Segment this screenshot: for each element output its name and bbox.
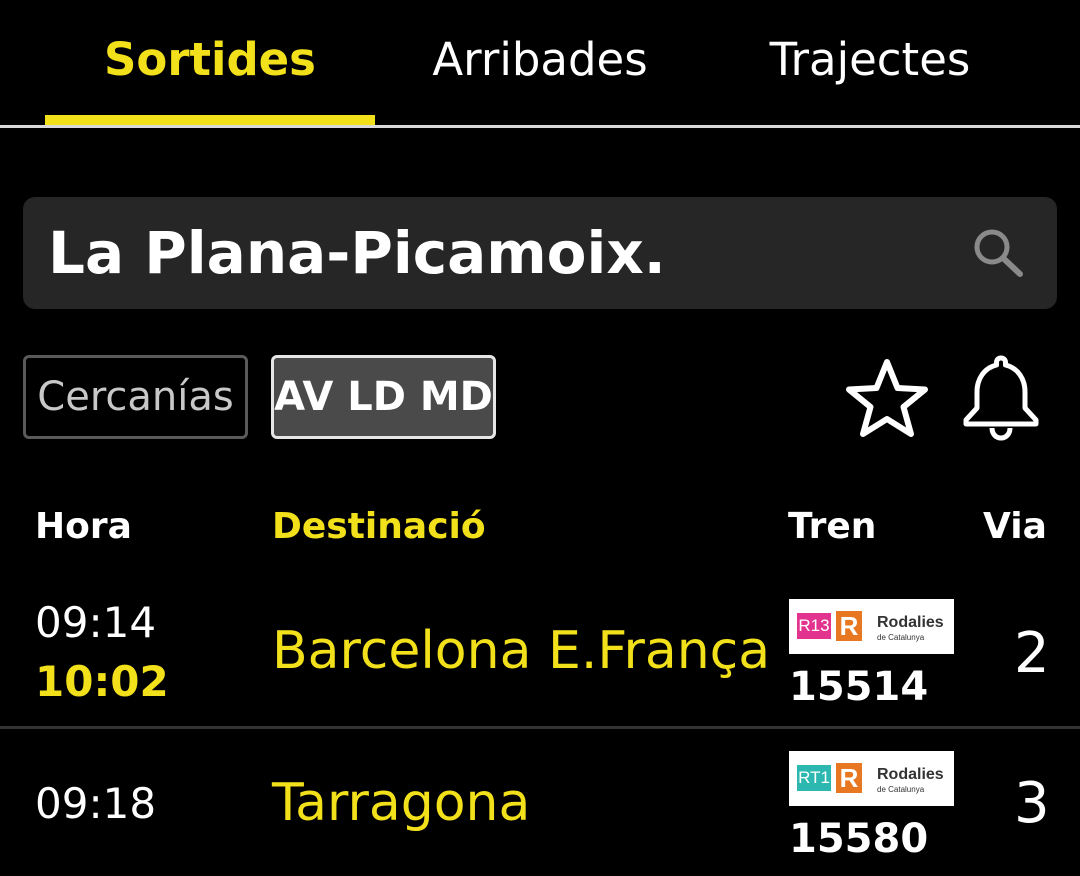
train-number: 15514 [789,664,929,710]
column-header-destination: Destinació [272,506,486,547]
rodalies-logo: RT1 R Rodalies de Catalunya [789,751,954,806]
column-header-time: Hora [35,506,132,547]
rodalies-logo: R13 R Rodalies de Catalunya [789,599,954,654]
filter-cercanias-button[interactable]: Cercanías [23,355,248,439]
bell-icon[interactable] [958,352,1044,442]
filter-av-ld-md-button[interactable]: AV LD MD [271,355,496,439]
tab-bar-divider [0,125,1080,128]
column-header-train: Tren [788,506,877,547]
tab-bar: Sortides Arribades Trajectes [0,0,1080,128]
brand-name: Rodalies [877,766,944,783]
station-search-box[interactable]: La Plana-Picamoix. [23,197,1057,309]
train-number: 15580 [789,816,929,862]
brand-subtitle: de Catalunya [877,633,925,642]
brand-name: Rodalies [877,614,944,631]
tab-departures[interactable]: Sortides [45,30,375,90]
brand-subtitle: de Catalunya [877,785,925,794]
departure-row[interactable]: 09:18 Tarragona RT1 R Rodalies de Catalu… [0,728,1080,876]
line-badge: R13 [797,613,831,639]
app: Sortides Arribades Trajectes La Plana-Pi… [0,0,1080,876]
scheduled-time: 09:18 [35,779,157,828]
station-search-input[interactable]: La Plana-Picamoix. [48,221,666,285]
destination-name: Tarragona [272,773,531,833]
rodalies-r-icon: R [836,611,862,641]
rodalies-r-icon: R [836,763,862,793]
line-badge: RT1 [797,765,831,791]
tab-arrivals[interactable]: Arribades [375,30,705,90]
search-icon[interactable] [971,227,1027,279]
platform-number: 3 [1014,771,1050,836]
platform-number: 2 [1014,621,1050,686]
column-header-platform: Via [983,506,1047,547]
scheduled-time: 09:14 [35,598,157,647]
star-icon[interactable] [842,356,932,442]
departure-row[interactable]: 09:14 10:02 Barcelona E.França R13 R Rod… [0,578,1080,728]
destination-name: Barcelona E.França [272,621,771,681]
actual-time: 10:02 [35,657,169,706]
tab-routes[interactable]: Trajectes [705,30,1035,90]
